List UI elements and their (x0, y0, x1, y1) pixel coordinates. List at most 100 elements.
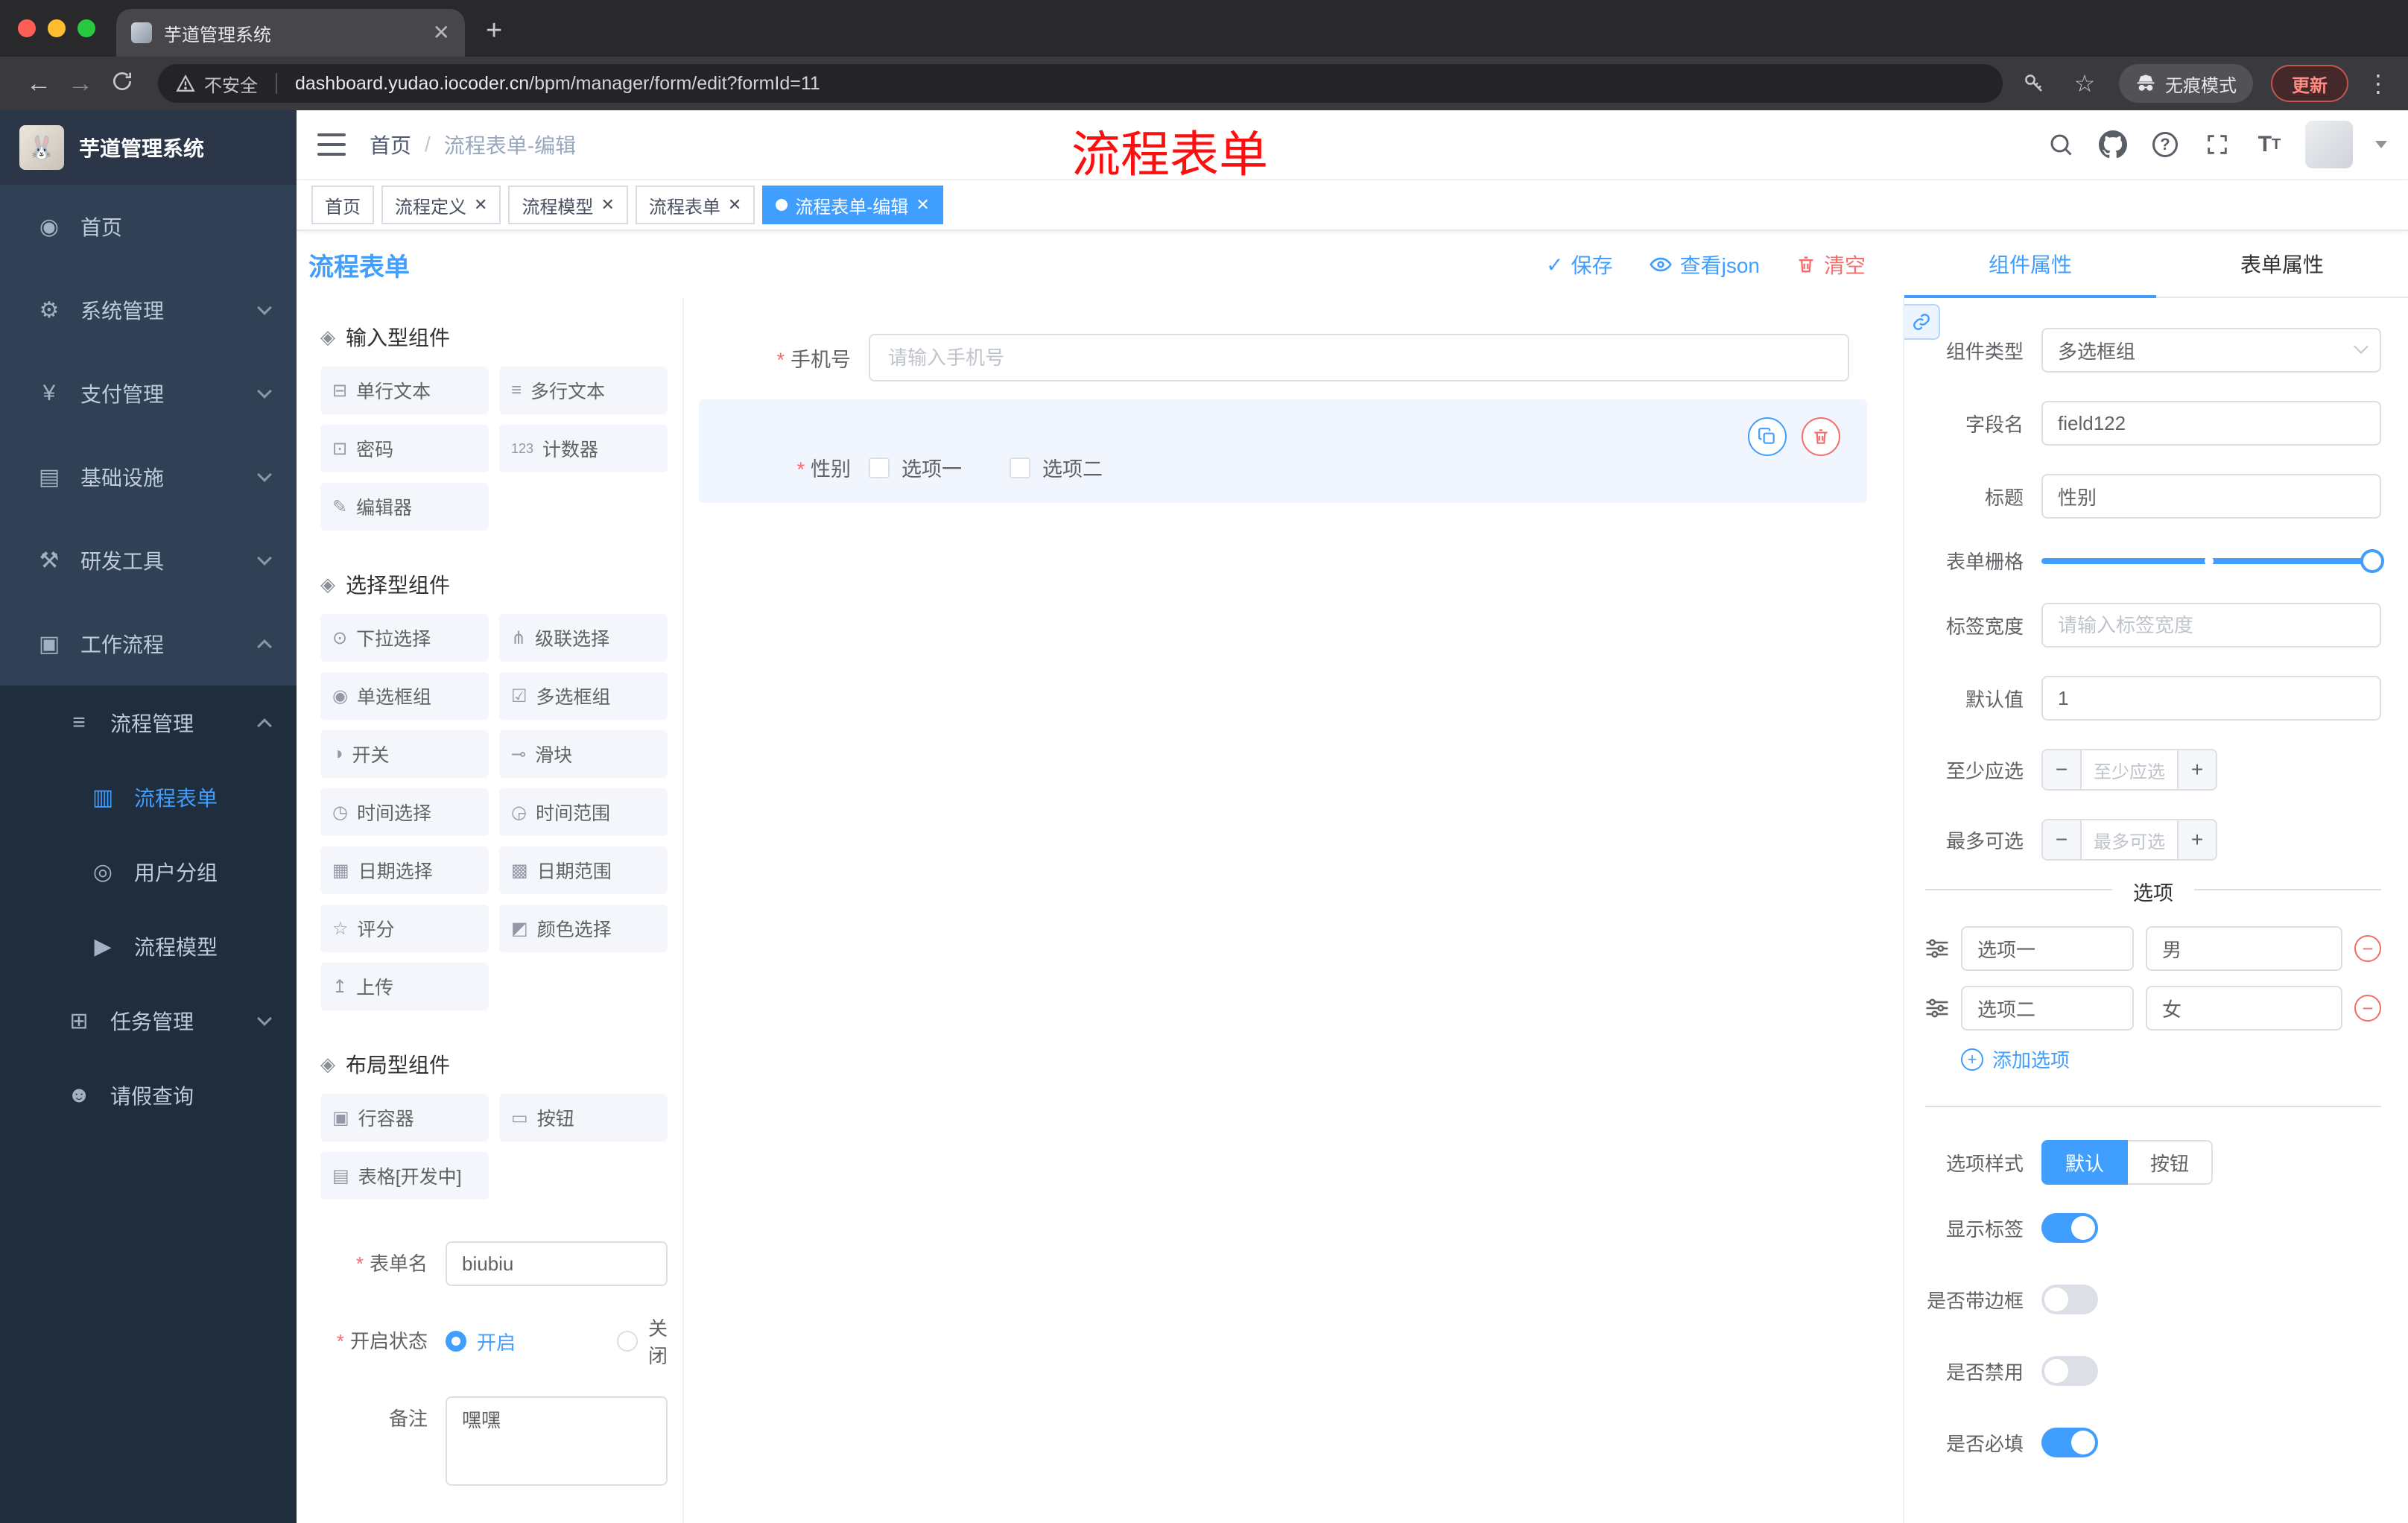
widget-phone[interactable]: 手机号 (699, 325, 1867, 390)
sidebar-item-system[interactable]: ⚙ 系统管理 (0, 268, 297, 352)
security-label[interactable]: 不安全 (204, 71, 258, 97)
tag-home[interactable]: 首页 (311, 186, 374, 224)
phone-input[interactable] (869, 334, 1849, 381)
drag-handle-icon[interactable] (1925, 998, 1949, 1019)
avatar-caret-icon[interactable] (2375, 141, 2387, 148)
style-default-button[interactable]: 默认 (2041, 1140, 2129, 1185)
field-name-input[interactable] (2041, 401, 2381, 446)
palette-item-button[interactable]: ▭ 按钮 (499, 1094, 668, 1142)
view-json-button[interactable]: 查看json (1649, 250, 1760, 279)
palette-item-time-picker[interactable]: ◷ 时间选择 (320, 788, 489, 836)
palette-item-row-container[interactable]: ▣ 行容器 (320, 1094, 489, 1142)
option-label-input[interactable] (1961, 926, 2134, 971)
tab-component-props[interactable]: 组件属性 (1904, 231, 2156, 298)
avatar[interactable] (2305, 121, 2353, 168)
option-value-input[interactable] (2146, 986, 2342, 1030)
fullscreen-icon[interactable] (2201, 128, 2234, 161)
sidebar-item-infra[interactable]: ▤ 基础设施 (0, 435, 297, 519)
label-width-input[interactable] (2041, 603, 2381, 647)
minus-button[interactable]: − (2043, 820, 2082, 859)
tag-process-model[interactable]: 流程模型 ✕ (508, 186, 628, 224)
palette-item-radio-group[interactable]: ◉ 单选框组 (320, 672, 489, 720)
palette-item-multi-text[interactable]: ≡ 多行文本 (499, 367, 668, 414)
tag-process-definition[interactable]: 流程定义 ✕ (381, 186, 501, 224)
clear-button[interactable]: 清空 (1796, 250, 1866, 279)
title-input[interactable] (2041, 474, 2381, 519)
palette-item-slider[interactable]: ⊸ 滑块 (499, 730, 668, 778)
browser-menu-icon[interactable]: ⋮ (2366, 69, 2390, 98)
forward-button[interactable]: → (60, 71, 101, 96)
gender-option-1[interactable]: 选项一 (869, 453, 962, 482)
remove-option-icon[interactable]: − (2354, 995, 2381, 1022)
sidebar-logo[interactable]: 🐰 芋道管理系统 (0, 110, 297, 185)
plus-button[interactable]: + (2177, 750, 2216, 789)
tag-close-icon[interactable]: ✕ (474, 197, 487, 213)
palette-item-time-range[interactable]: ◶ 时间范围 (499, 788, 668, 836)
status-radio-off[interactable]: 关闭 (616, 1314, 668, 1369)
palette-item-switch[interactable]: ◑ 开关 (320, 730, 489, 778)
tag-close-icon[interactable]: ✕ (728, 197, 741, 213)
zoom-window-button[interactable] (77, 19, 95, 37)
checkbox[interactable] (869, 457, 890, 478)
max-checked-stepper[interactable]: − 最多可选 + (2041, 819, 2217, 861)
palette-item-table[interactable]: ▤ 表格[开发中] (320, 1152, 489, 1200)
github-icon[interactable] (2097, 128, 2129, 161)
palette-item-cascader[interactable]: ⋔ 级联选择 (499, 614, 668, 662)
help-icon[interactable]: ? (2149, 128, 2182, 161)
palette-item-editor[interactable]: ✎ 编辑器 (320, 483, 489, 531)
hamburger-icon[interactable] (317, 133, 346, 156)
plus-button[interactable]: + (2177, 820, 2216, 859)
gender-option-2[interactable]: 选项二 (1010, 453, 1103, 482)
password-key-icon[interactable] (2018, 67, 2050, 100)
font-size-icon[interactable]: TT (2253, 128, 2286, 161)
sidebar-item-payment[interactable]: ¥ 支付管理 (0, 352, 297, 435)
palette-item-select[interactable]: ⊙ 下拉选择 (320, 614, 489, 662)
incognito-badge[interactable]: 无痕模式 (2119, 64, 2253, 103)
palette-item-date-picker[interactable]: ▦ 日期选择 (320, 846, 489, 894)
sidebar-item-user-group[interactable]: ◎ 用户分组 (0, 835, 297, 909)
minimize-window-button[interactable] (48, 19, 66, 37)
add-option-button[interactable]: + 添加选项 (1961, 1045, 2381, 1073)
tag-close-icon[interactable]: ✕ (601, 197, 614, 213)
checkbox[interactable] (1010, 457, 1030, 478)
option-value-input[interactable] (2146, 926, 2342, 971)
minus-button[interactable]: − (2043, 750, 2082, 789)
tag-close-icon[interactable]: ✕ (916, 197, 929, 213)
search-icon[interactable] (2044, 128, 2077, 161)
breadcrumb-home[interactable]: 首页 (370, 130, 411, 159)
tab-form-props[interactable]: 表单属性 (2156, 231, 2408, 297)
save-button[interactable]: ✓ 保存 (1546, 250, 1612, 279)
status-radio-on[interactable]: 开启 (446, 1328, 584, 1355)
back-button[interactable]: ← (18, 71, 60, 96)
palette-item-counter[interactable]: 123 计数器 (499, 425, 668, 472)
widget-gender-selected[interactable]: 性别 选项一 选项二 (699, 399, 1867, 503)
sidebar-item-process-form[interactable]: ▥ 流程表单 (0, 760, 297, 835)
palette-item-password[interactable]: ⊡ 密码 (320, 425, 489, 472)
sidebar-item-task-management[interactable]: ⊞ 任务管理 (0, 984, 297, 1058)
palette-item-date-range[interactable]: ▩ 日期范围 (499, 846, 668, 894)
tab-close-icon[interactable]: ✕ (433, 22, 450, 43)
palette-item-color-picker[interactable]: ◩ 颜色选择 (499, 905, 668, 952)
address-bar[interactable]: 不安全 dashboard.yudao.iocoder.cn/bpm/manag… (158, 64, 2003, 103)
drag-handle-icon[interactable] (1925, 938, 1949, 959)
update-button[interactable]: 更新 (2271, 65, 2348, 102)
sidebar-item-home[interactable]: ◉ 首页 (0, 185, 297, 268)
style-button-button[interactable]: 按钮 (2128, 1140, 2214, 1185)
component-type-select[interactable]: 多选框组 (2041, 328, 2381, 373)
new-tab-button[interactable]: + (486, 16, 502, 45)
form-name-input[interactable] (446, 1241, 668, 1286)
required-toggle[interactable] (2041, 1428, 2098, 1457)
palette-item-checkbox-group[interactable]: ☑ 多选框组 (499, 672, 668, 720)
browser-tab[interactable]: 芋道管理系统 ✕ (116, 9, 465, 57)
copy-widget-button[interactable] (1748, 417, 1787, 456)
sidebar-item-process-management[interactable]: ≡ 流程管理 (0, 685, 297, 760)
palette-item-upload[interactable]: ↥ 上传 (320, 963, 489, 1010)
grid-slider[interactable] (2041, 548, 2384, 573)
delete-widget-button[interactable] (1802, 417, 1840, 456)
form-remark-textarea[interactable]: 嘿嘿 (446, 1396, 668, 1486)
close-window-button[interactable] (18, 19, 36, 37)
tag-process-form-edit[interactable]: 流程表单-编辑 ✕ (762, 186, 943, 224)
sidebar-item-workflow[interactable]: ▣ 工作流程 (0, 602, 297, 685)
option-label-input[interactable] (1961, 986, 2134, 1030)
disabled-toggle[interactable] (2041, 1356, 2098, 1386)
